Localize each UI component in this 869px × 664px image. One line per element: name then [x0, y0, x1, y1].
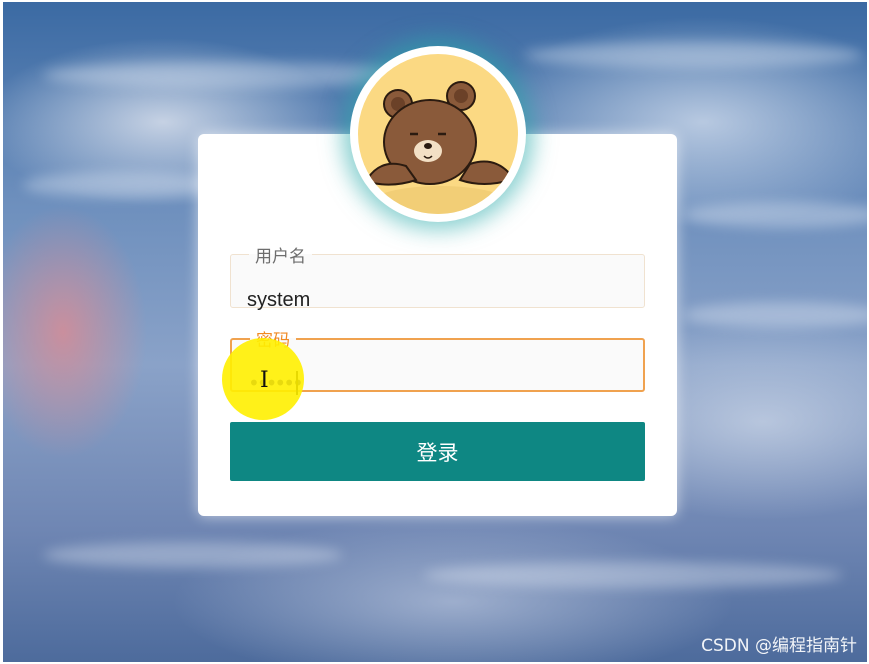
username-label: 用户名	[255, 247, 306, 267]
watermark: CSDN @编程指南针	[701, 636, 857, 656]
username-input[interactable]: system	[247, 289, 310, 312]
cloud-streak	[523, 42, 863, 68]
login-button[interactable]: 登录	[230, 422, 645, 481]
brown-bear-avatar-icon	[358, 54, 518, 214]
cloud-streak	[43, 542, 343, 568]
cloud-streak	[423, 562, 843, 588]
cloud-streak	[683, 202, 867, 228]
i-beam-cursor-icon: I	[260, 368, 269, 393]
cloud-streak	[683, 302, 867, 328]
cloud-streak	[23, 172, 223, 198]
avatar	[350, 46, 526, 222]
username-field[interactable]: 用户名 system	[230, 242, 645, 311]
